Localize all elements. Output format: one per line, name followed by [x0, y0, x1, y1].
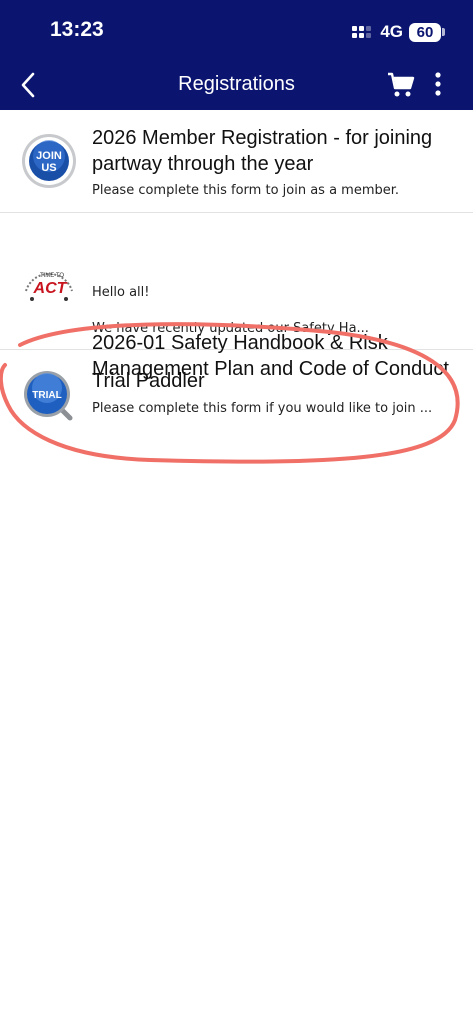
svg-text:US: US	[41, 162, 56, 174]
registrations-list: JOIN US 2026 Member Registration - for j…	[0, 110, 473, 440]
trial-magnifier-icon: TRIAL	[20, 368, 78, 426]
list-item[interactable]: TIME TO ACT 2026-01 Safety Handbook & Ri…	[0, 213, 473, 380]
svg-text:TIME TO: TIME TO	[40, 273, 64, 279]
item-description: Please complete this form to join as a m…	[92, 183, 400, 198]
item-title: 2026 Member Registration - for joining p…	[92, 127, 433, 175]
list-item[interactable]: JOIN US 2026 Member Registration - for j…	[0, 110, 473, 213]
item-title: Trial Paddler	[92, 370, 205, 392]
list-item[interactable]: TRIAL Trial Paddler Please complete this…	[0, 350, 473, 440]
cart-button[interactable]	[386, 71, 416, 99]
status-indicators: 4G 60	[352, 20, 445, 44]
more-button[interactable]	[428, 70, 448, 100]
item-description-2: We have recently updated our Safety Ha..…	[92, 321, 369, 336]
join-us-badge-icon: JOIN US	[20, 132, 78, 190]
svg-text:ACT: ACT	[33, 280, 68, 297]
more-vertical-icon	[435, 72, 441, 96]
item-description: Please complete this form if you would l…	[92, 401, 433, 416]
app-header: 13:23 4G 60 Registrations	[0, 0, 473, 110]
svg-text:TRIAL: TRIAL	[32, 390, 61, 401]
signal-icon	[352, 26, 374, 38]
battery-level: 60	[409, 22, 441, 42]
cart-icon	[388, 72, 415, 97]
item-description: Hello all!	[92, 285, 150, 300]
svg-text:JOIN: JOIN	[36, 150, 62, 162]
network-type: 4G	[380, 22, 403, 41]
status-time: 13:23	[50, 18, 104, 41]
time-to-act-icon: TIME TO ACT	[20, 257, 78, 315]
battery-icon: 60	[409, 22, 445, 42]
